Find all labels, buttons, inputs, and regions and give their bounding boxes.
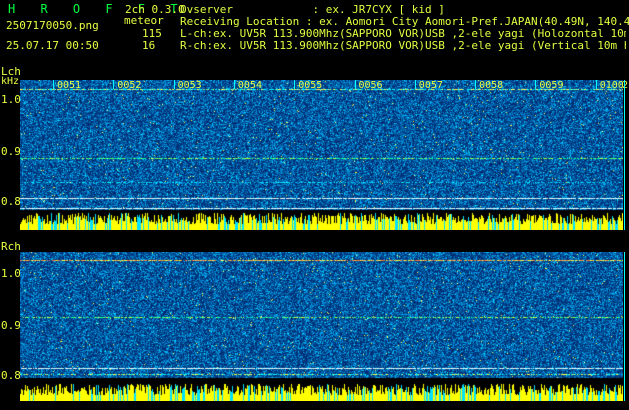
rch-right-scale	[624, 252, 625, 401]
time-mark: 0053	[177, 80, 202, 91]
time-mark-tick	[595, 80, 597, 89]
rch-ytick-3: 0.8	[1, 369, 21, 382]
rch-info-line: R-ch:ex. UV5R 113.900Mhz(SAPPORO VOR)USB…	[180, 40, 626, 51]
time-mark-tick	[233, 80, 235, 89]
lch-ytick-3: 0.8	[1, 195, 21, 208]
lch-right-scale	[624, 80, 625, 230]
file-name: 2507170050.png	[6, 19, 99, 32]
time-mark-tick	[294, 80, 296, 89]
rch-label: Rch	[1, 240, 21, 253]
time-mark: 0056	[358, 80, 383, 91]
time-mark-tick	[354, 80, 356, 89]
time-mark: 2	[622, 80, 629, 91]
mode-label: meteor	[124, 14, 164, 27]
count-rch: 16	[142, 39, 156, 52]
time-mark-tick	[475, 80, 477, 89]
count-lch: 115	[142, 27, 162, 40]
time-mark: 0100	[599, 80, 624, 91]
rch-waterfall	[20, 252, 623, 401]
time-mark-tick	[414, 80, 416, 89]
rch-ytick-1: 1.0	[1, 267, 21, 280]
time-mark-tick	[535, 80, 537, 89]
rch-ytick-2: 0.9	[1, 319, 21, 332]
time-mark-tick	[173, 80, 175, 89]
lch-waterfall	[20, 80, 623, 230]
timestamp: 25.07.17 00:50	[6, 39, 99, 52]
time-mark: 0055	[298, 80, 323, 91]
time-mark: 0058	[479, 80, 504, 91]
khz-unit-label: kHz	[1, 76, 20, 87]
location-line: Receiving Location : ex. Aomori City Aom…	[180, 15, 629, 28]
time-mark: 0052	[117, 80, 142, 91]
lch-ytick-2: 0.9	[1, 145, 21, 158]
lch-ytick-1: 1.0	[1, 93, 21, 106]
time-mark: 0051	[57, 80, 82, 91]
time-mark: 0059	[539, 80, 564, 91]
time-mark-tick	[113, 80, 115, 89]
time-mark: 0057	[418, 80, 443, 91]
time-mark-tick	[53, 80, 54, 89]
lch-info-line: L-ch:ex. UV5R 113.900Mhz(SAPPORO VOR)USB…	[180, 28, 626, 39]
time-mark: 0054	[237, 80, 262, 91]
observer-line: Ovserver : ex. JR7CYX [ kid ]	[180, 3, 445, 16]
